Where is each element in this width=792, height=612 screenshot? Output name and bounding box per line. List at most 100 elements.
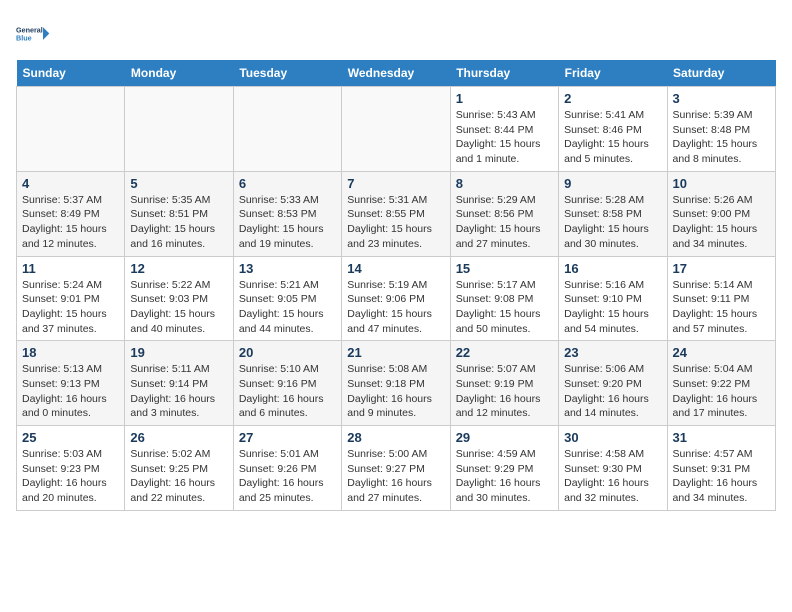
calendar-cell: 23 Sunrise: 5:06 AM Sunset: 9:20 PM Dayli… <box>559 341 667 426</box>
calendar-cell: 15Sunrise: 5:17 AM Sunset: 9:08 PM Dayli… <box>450 256 558 341</box>
day-info: Sunrise: 5:08 AM Sunset: 9:18 PM Dayligh… <box>347 362 444 421</box>
day-info: Sunrise: 5:21 AM Sunset: 9:05 PM Dayligh… <box>239 278 336 337</box>
calendar-cell: 9Sunrise: 5:28 AM Sunset: 8:58 PM Daylig… <box>559 171 667 256</box>
calendar-cell: 13 Sunrise: 5:21 AM Sunset: 9:05 PM Dayli… <box>233 256 341 341</box>
day-info: Sunrise: 5:33 AM Sunset: 8:53 PM Dayligh… <box>239 193 336 252</box>
day-number: 3 <box>673 91 770 106</box>
calendar-cell: 26 Sunrise: 5:02 AM Sunset: 9:25 PM Dayli… <box>125 426 233 511</box>
weekday-header: Sunday <box>17 60 125 87</box>
weekday-header: Saturday <box>667 60 775 87</box>
calendar-cell: 31 Sunrise: 4:57 AM Sunset: 9:31 PM Dayli… <box>667 426 775 511</box>
day-number: 17 <box>673 261 770 276</box>
day-number: 30 <box>564 430 661 445</box>
day-number: 5 <box>130 176 227 191</box>
day-info: Sunrise: 5:17 AM Sunset: 9:08 PM Dayligh… <box>456 278 553 337</box>
day-info: Sunrise: 4:59 AM Sunset: 9:29 PM Dayligh… <box>456 447 553 506</box>
weekday-header-row: SundayMondayTuesdayWednesdayThursdayFrid… <box>17 60 776 87</box>
calendar-cell: 25 Sunrise: 5:03 AM Sunset: 9:23 PM Dayli… <box>17 426 125 511</box>
calendar-cell: 11 Sunrise: 5:24 AM Sunset: 9:01 PM Dayli… <box>17 256 125 341</box>
empty-cell <box>17 87 125 172</box>
day-number: 31 <box>673 430 770 445</box>
day-number: 6 <box>239 176 336 191</box>
day-number: 8 <box>456 176 553 191</box>
day-info: Sunrise: 5:01 AM Sunset: 9:26 PM Dayligh… <box>239 447 336 506</box>
empty-cell <box>342 87 450 172</box>
week-row: 11 Sunrise: 5:24 AM Sunset: 9:01 PM Dayli… <box>17 256 776 341</box>
calendar-cell: 21 Sunrise: 5:08 AM Sunset: 9:18 PM Dayli… <box>342 341 450 426</box>
day-info: Sunrise: 5:22 AM Sunset: 9:03 PM Dayligh… <box>130 278 227 337</box>
calendar-cell: 16Sunrise: 5:16 AM Sunset: 9:10 PM Dayli… <box>559 256 667 341</box>
day-number: 19 <box>130 345 227 360</box>
empty-cell <box>233 87 341 172</box>
day-info: Sunrise: 5:06 AM Sunset: 9:20 PM Dayligh… <box>564 362 661 421</box>
day-info: Sunrise: 5:43 AM Sunset: 8:44 PM Dayligh… <box>456 108 553 167</box>
calendar-cell: 28 Sunrise: 5:00 AM Sunset: 9:27 PM Dayli… <box>342 426 450 511</box>
calendar-cell: 3 Sunrise: 5:39 AM Sunset: 8:48 PM Daylig… <box>667 87 775 172</box>
day-number: 25 <box>22 430 119 445</box>
day-number: 29 <box>456 430 553 445</box>
day-number: 26 <box>130 430 227 445</box>
day-number: 12 <box>130 261 227 276</box>
day-number: 28 <box>347 430 444 445</box>
day-number: 14 <box>347 261 444 276</box>
week-row: 25 Sunrise: 5:03 AM Sunset: 9:23 PM Dayli… <box>17 426 776 511</box>
day-info: Sunrise: 5:00 AM Sunset: 9:27 PM Dayligh… <box>347 447 444 506</box>
day-number: 2 <box>564 91 661 106</box>
calendar-cell: 17Sunrise: 5:14 AM Sunset: 9:11 PM Dayli… <box>667 256 775 341</box>
logo-icon: GeneralBlue <box>16 16 52 52</box>
day-info: Sunrise: 5:24 AM Sunset: 9:01 PM Dayligh… <box>22 278 119 337</box>
day-info: Sunrise: 5:19 AM Sunset: 9:06 PM Dayligh… <box>347 278 444 337</box>
weekday-header: Friday <box>559 60 667 87</box>
calendar-cell: 6 Sunrise: 5:33 AM Sunset: 8:53 PM Daylig… <box>233 171 341 256</box>
day-info: Sunrise: 4:58 AM Sunset: 9:30 PM Dayligh… <box>564 447 661 506</box>
day-info: Sunrise: 5:10 AM Sunset: 9:16 PM Dayligh… <box>239 362 336 421</box>
calendar-cell: 1 Sunrise: 5:43 AM Sunset: 8:44 PM Daylig… <box>450 87 558 172</box>
week-row: 18Sunrise: 5:13 AM Sunset: 9:13 PM Dayli… <box>17 341 776 426</box>
calendar-cell: 5 Sunrise: 5:35 AM Sunset: 8:51 PM Daylig… <box>125 171 233 256</box>
day-number: 1 <box>456 91 553 106</box>
day-number: 20 <box>239 345 336 360</box>
day-number: 16 <box>564 261 661 276</box>
day-info: Sunrise: 5:04 AM Sunset: 9:22 PM Dayligh… <box>673 362 770 421</box>
day-number: 11 <box>22 261 119 276</box>
day-number: 13 <box>239 261 336 276</box>
calendar-cell: 20 Sunrise: 5:10 AM Sunset: 9:16 PM Dayli… <box>233 341 341 426</box>
day-number: 21 <box>347 345 444 360</box>
day-info: Sunrise: 5:28 AM Sunset: 8:58 PM Dayligh… <box>564 193 661 252</box>
day-number: 27 <box>239 430 336 445</box>
calendar-cell: 29 Sunrise: 4:59 AM Sunset: 9:29 PM Dayli… <box>450 426 558 511</box>
calendar-cell: 19 Sunrise: 5:11 AM Sunset: 9:14 PM Dayli… <box>125 341 233 426</box>
day-number: 23 <box>564 345 661 360</box>
day-number: 7 <box>347 176 444 191</box>
day-info: Sunrise: 5:26 AM Sunset: 9:00 PM Dayligh… <box>673 193 770 252</box>
weekday-header: Wednesday <box>342 60 450 87</box>
svg-text:General: General <box>16 26 43 35</box>
svg-text:Blue: Blue <box>16 34 32 43</box>
day-number: 24 <box>673 345 770 360</box>
weekday-header: Monday <box>125 60 233 87</box>
day-info: Sunrise: 4:57 AM Sunset: 9:31 PM Dayligh… <box>673 447 770 506</box>
day-number: 10 <box>673 176 770 191</box>
day-info: Sunrise: 5:07 AM Sunset: 9:19 PM Dayligh… <box>456 362 553 421</box>
day-info: Sunrise: 5:03 AM Sunset: 9:23 PM Dayligh… <box>22 447 119 506</box>
weekday-header: Tuesday <box>233 60 341 87</box>
calendar-cell: 12 Sunrise: 5:22 AM Sunset: 9:03 PM Dayli… <box>125 256 233 341</box>
day-number: 18 <box>22 345 119 360</box>
empty-cell <box>125 87 233 172</box>
day-info: Sunrise: 5:11 AM Sunset: 9:14 PM Dayligh… <box>130 362 227 421</box>
calendar-cell: 7Sunrise: 5:31 AM Sunset: 8:55 PM Daylig… <box>342 171 450 256</box>
calendar-cell: 24 Sunrise: 5:04 AM Sunset: 9:22 PM Dayli… <box>667 341 775 426</box>
logo: GeneralBlue <box>16 16 52 52</box>
calendar-cell: 10 Sunrise: 5:26 AM Sunset: 9:00 PM Dayli… <box>667 171 775 256</box>
day-info: Sunrise: 5:35 AM Sunset: 8:51 PM Dayligh… <box>130 193 227 252</box>
day-info: Sunrise: 5:41 AM Sunset: 8:46 PM Dayligh… <box>564 108 661 167</box>
calendar-cell: 8Sunrise: 5:29 AM Sunset: 8:56 PM Daylig… <box>450 171 558 256</box>
page-header: GeneralBlue <box>16 16 776 52</box>
day-info: Sunrise: 5:02 AM Sunset: 9:25 PM Dayligh… <box>130 447 227 506</box>
day-info: Sunrise: 5:39 AM Sunset: 8:48 PM Dayligh… <box>673 108 770 167</box>
day-number: 4 <box>22 176 119 191</box>
day-number: 22 <box>456 345 553 360</box>
weekday-header: Thursday <box>450 60 558 87</box>
calendar-cell: 2 Sunrise: 5:41 AM Sunset: 8:46 PM Daylig… <box>559 87 667 172</box>
week-row: 1 Sunrise: 5:43 AM Sunset: 8:44 PM Daylig… <box>17 87 776 172</box>
